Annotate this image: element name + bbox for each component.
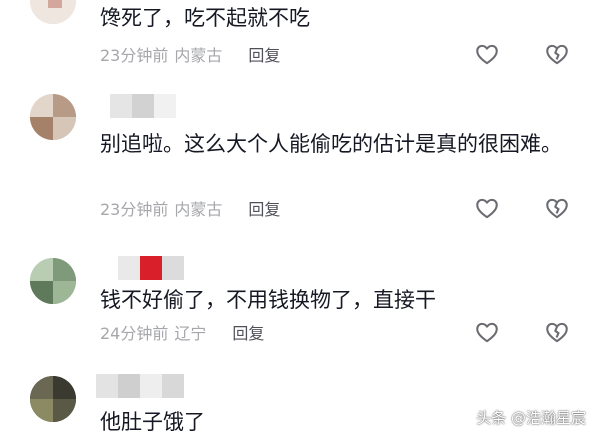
broken-heart-icon[interactable] bbox=[544, 195, 570, 221]
comment-location: 内蒙古 bbox=[174, 46, 223, 65]
comment-meta: 24分钟前 辽宁 回复 bbox=[100, 320, 264, 344]
comment-text: 钱不好偷了，不用钱换物了，直接干 bbox=[100, 288, 436, 312]
comment-text: 馋死了，吃不起就不吃 bbox=[100, 6, 310, 30]
comment-location: 内蒙古 bbox=[174, 200, 223, 219]
avatar[interactable] bbox=[30, 94, 76, 140]
comment-time: 23分钟前 bbox=[100, 200, 169, 219]
avatar[interactable] bbox=[30, 0, 76, 24]
heart-outline-icon[interactable] bbox=[474, 195, 500, 221]
reply-button[interactable]: 回复 bbox=[248, 196, 280, 220]
broken-heart-icon[interactable] bbox=[544, 319, 570, 345]
heart-outline-icon[interactable] bbox=[474, 41, 500, 67]
watermark: 头条 @浩瀚星宸 bbox=[476, 409, 586, 427]
avatar[interactable] bbox=[30, 258, 76, 304]
comment-location: 辽宁 bbox=[174, 324, 207, 343]
broken-heart-icon[interactable] bbox=[544, 41, 570, 67]
comment-time: 23分钟前 bbox=[100, 46, 169, 65]
comment-text: 别追啦。这么大个人能偷吃的估计是真的很困难。 bbox=[100, 132, 562, 156]
username-mosaic bbox=[118, 256, 184, 280]
comment-meta: 23分钟前 内蒙古 回复 bbox=[100, 42, 280, 66]
reply-button[interactable]: 回复 bbox=[232, 320, 264, 344]
comment-time: 24分钟前 bbox=[100, 324, 169, 343]
username-mosaic bbox=[96, 374, 184, 398]
avatar[interactable] bbox=[30, 376, 76, 422]
reply-button[interactable]: 回复 bbox=[248, 42, 280, 66]
username-mosaic bbox=[110, 94, 176, 118]
heart-outline-icon[interactable] bbox=[474, 319, 500, 345]
comment-meta: 23分钟前 内蒙古 回复 bbox=[100, 196, 280, 220]
